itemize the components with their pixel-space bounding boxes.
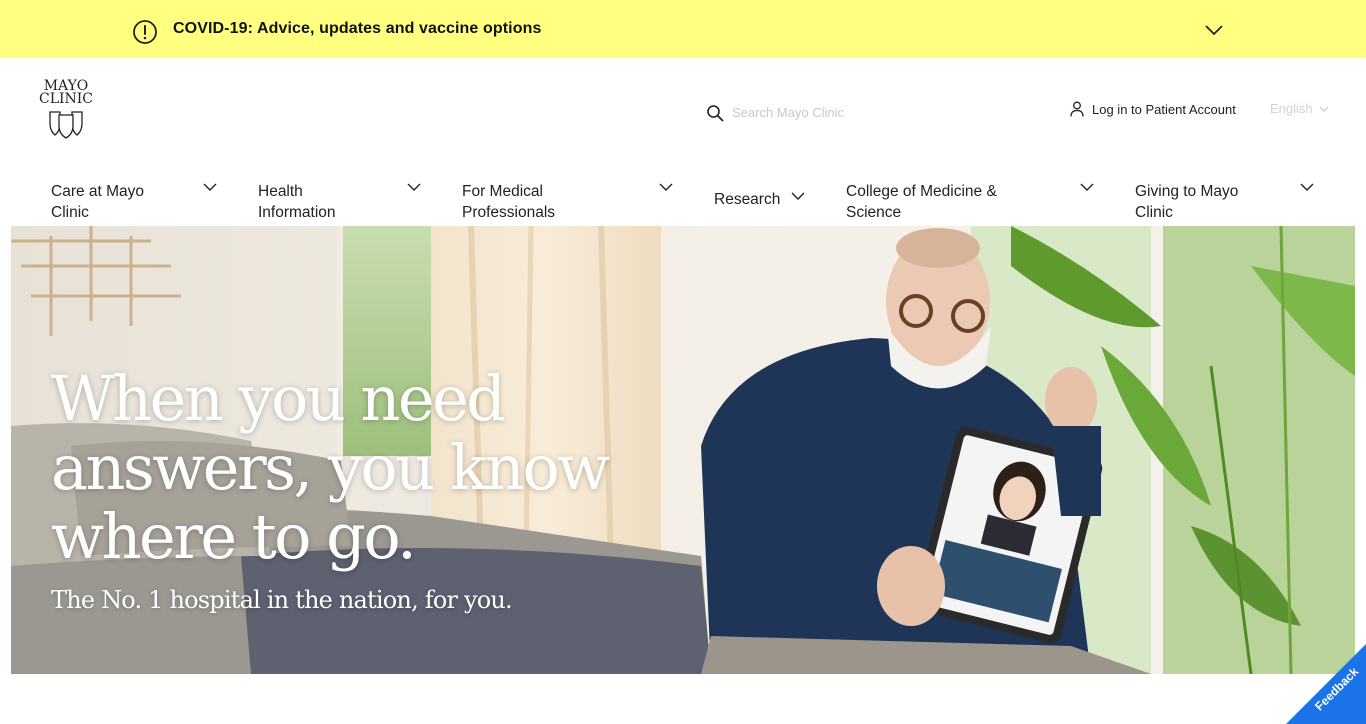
feedback-tab[interactable]: Feedback xyxy=(1286,644,1366,724)
chevron-down-icon xyxy=(791,192,805,200)
nav-college-of-medicine-science[interactable]: College of Medicine & Science xyxy=(846,181,1094,223)
chevron-down-icon[interactable] xyxy=(1203,22,1225,38)
language-label: English xyxy=(1270,101,1313,116)
patient-login-link[interactable]: Log in to Patient Account xyxy=(1070,101,1236,117)
nav-giving-to-mayo-clinic[interactable]: Giving to Mayo Clinic xyxy=(1135,181,1314,223)
nav-care-at-mayo-clinic[interactable]: Care at Mayo Clinic xyxy=(51,181,217,223)
mayo-clinic-logo[interactable]: MAYO CLINIC xyxy=(38,79,94,140)
alert-circle-icon xyxy=(133,20,157,44)
language-select[interactable]: English xyxy=(1270,101,1329,116)
covid-banner-text[interactable]: COVID-19: Advice, updates and vaccine op… xyxy=(173,20,541,38)
nav-item-label: For Medical Professionals xyxy=(462,183,556,221)
chevron-down-icon xyxy=(1300,183,1314,191)
feedback-tab-background xyxy=(1286,644,1366,724)
search-icon[interactable] xyxy=(706,104,724,122)
covid-banner[interactable]: COVID-19: Advice, updates and vaccine op… xyxy=(0,0,1366,58)
chevron-down-icon xyxy=(659,183,673,191)
nav-item-label: Care at Mayo Clinic xyxy=(51,183,145,221)
user-icon xyxy=(1070,101,1084,117)
chevron-down-icon xyxy=(1319,106,1329,112)
nav-research[interactable]: Research xyxy=(714,189,824,210)
search-input[interactable] xyxy=(732,100,932,124)
hero-banner: When you need answers, you know where to… xyxy=(11,226,1355,674)
nav-item-label: Research xyxy=(714,191,781,208)
nav-item-label: Health Information xyxy=(258,183,336,221)
chevron-down-icon xyxy=(1080,183,1094,191)
logo-text-clinic: CLINIC xyxy=(38,91,94,107)
chevron-down-icon xyxy=(203,183,217,191)
hero-subtitle: The No. 1 hospital in the nation, for yo… xyxy=(51,586,513,614)
nav-for-medical-professionals[interactable]: For Medical Professionals xyxy=(462,181,673,223)
nav-health-information[interactable]: Health Information xyxy=(258,181,421,223)
nav-item-label: College of Medicine & Science xyxy=(846,183,997,221)
chevron-down-icon xyxy=(407,183,421,191)
nav-item-label: Giving to Mayo Clinic xyxy=(1135,183,1239,221)
login-label: Log in to Patient Account xyxy=(1092,101,1236,117)
hero-title: When you need answers, you know where to… xyxy=(51,362,610,573)
logo-shield-icon xyxy=(49,111,83,139)
